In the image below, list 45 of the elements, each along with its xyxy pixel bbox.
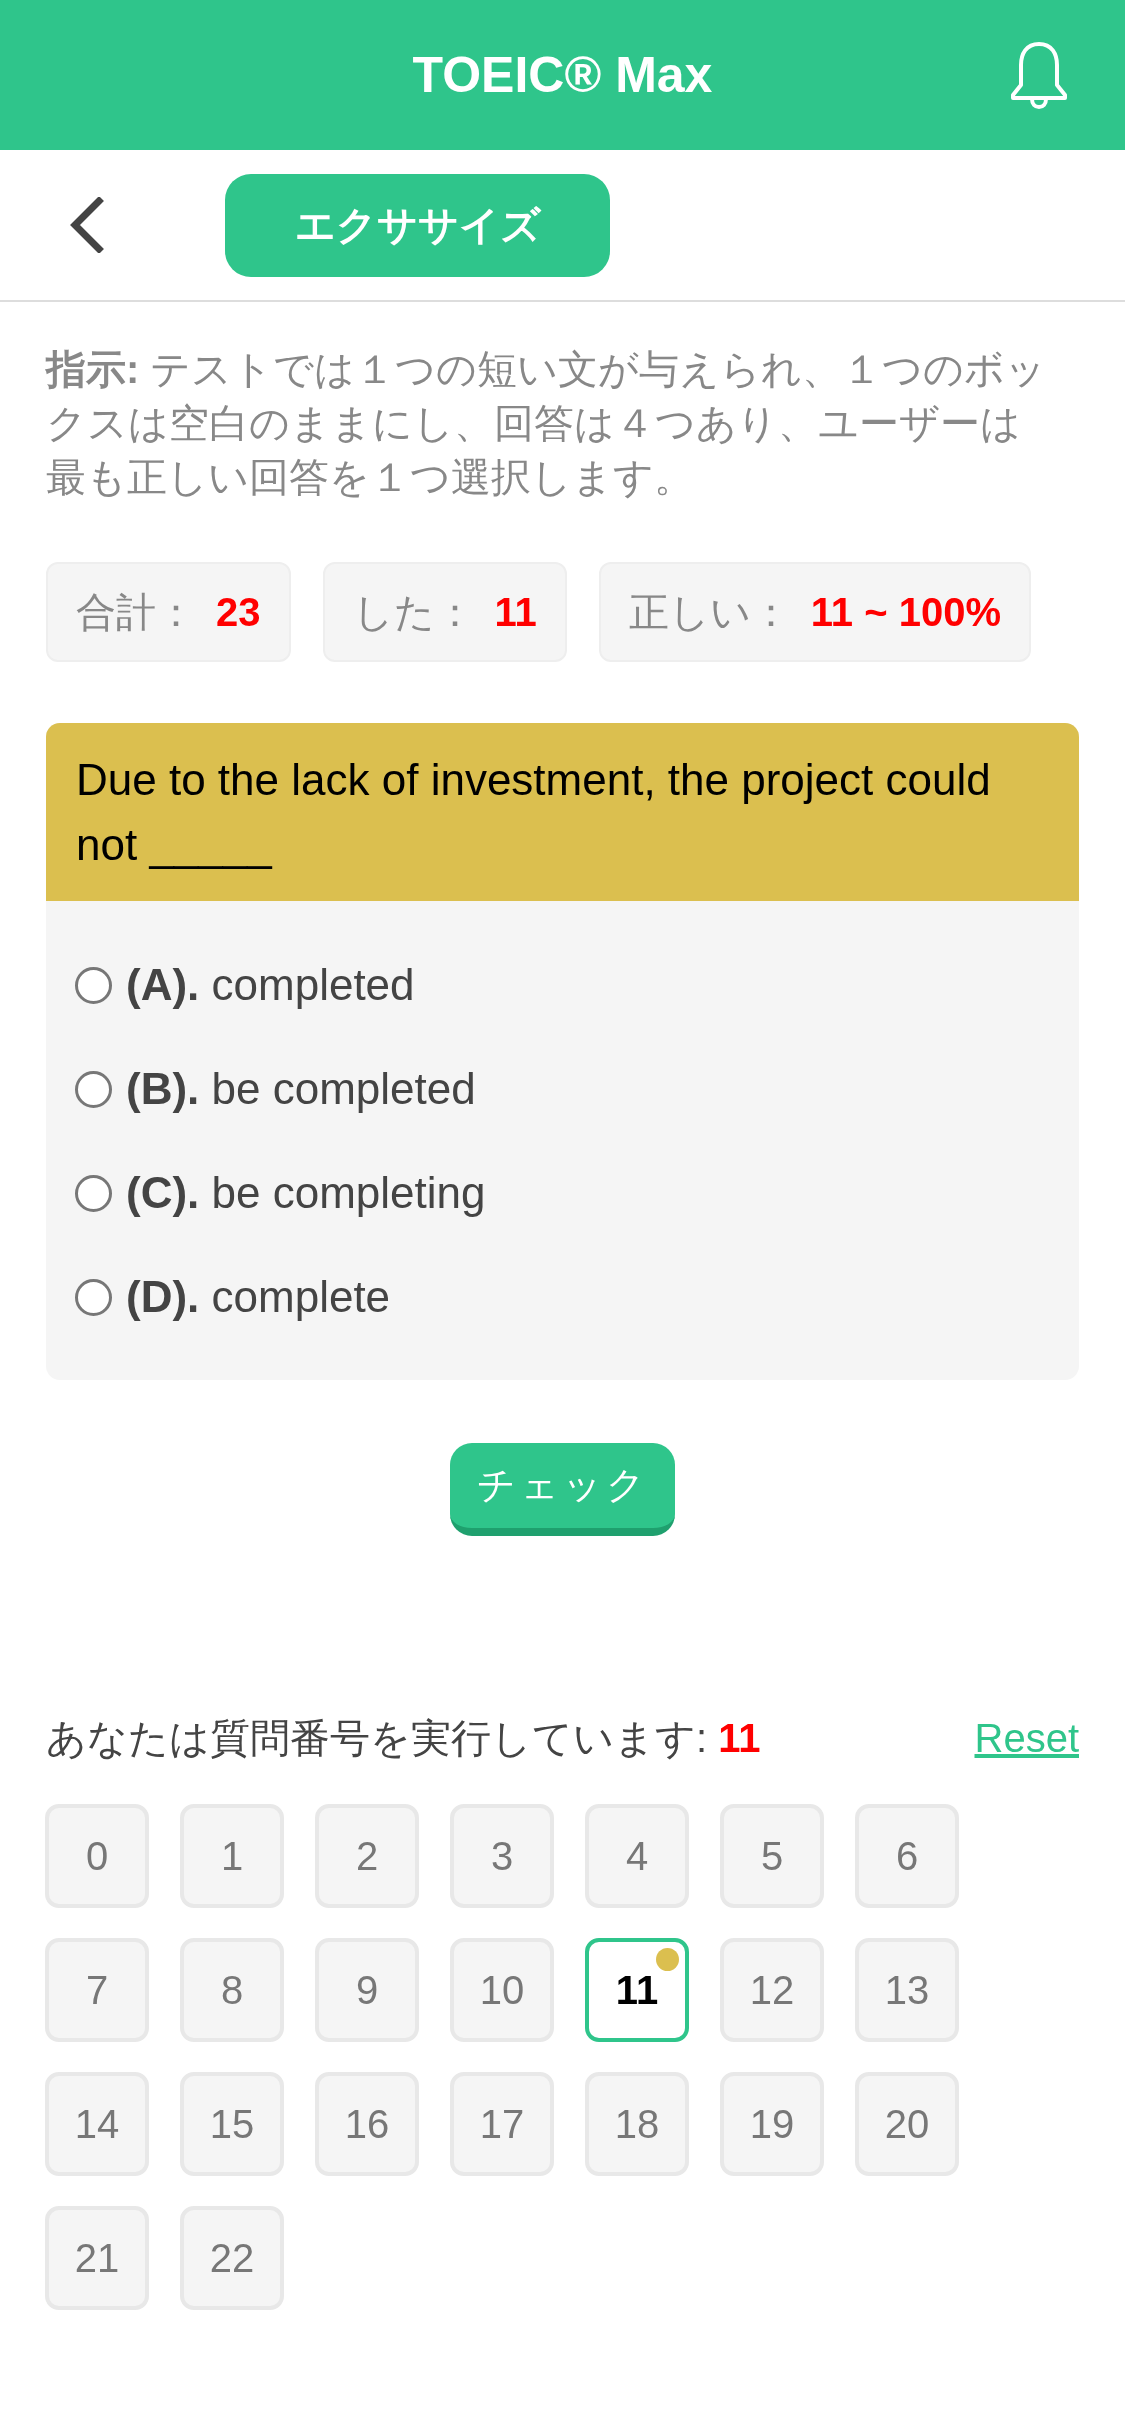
radio-button[interactable] — [75, 1174, 112, 1212]
question-number-button[interactable]: 15 — [180, 2072, 284, 2176]
reset-link[interactable]: Reset — [974, 1708, 1079, 1768]
question-number-button[interactable]: 10 — [450, 1938, 554, 2042]
stat-value: 23 — [216, 589, 261, 636]
question-number-button[interactable]: 5 — [720, 1804, 824, 1908]
question-number-button[interactable]: 7 — [45, 1938, 149, 2042]
exercise-button[interactable]: エクササイズ — [225, 173, 610, 277]
current-question-text: あなたは質問番号を実行しています: 11 — [46, 1715, 761, 1762]
radio-button[interactable] — [75, 966, 112, 1004]
question-number-button[interactable]: 8 — [180, 1938, 284, 2042]
question-number-button[interactable]: 18 — [585, 2072, 689, 2176]
stat-value: 11 ~ 100% — [810, 589, 1001, 636]
question-number-button[interactable]: 16 — [315, 2072, 419, 2176]
question-number-button[interactable]: 20 — [855, 2072, 959, 2176]
option-label: (C). be completing — [126, 1167, 486, 1219]
question-number-button[interactable]: 9 — [315, 1938, 419, 2042]
stat-label: 合計： — [76, 589, 196, 636]
question-number-button[interactable]: 2 — [315, 1804, 419, 1908]
radio-button[interactable] — [75, 1070, 112, 1108]
question-number-button[interactable]: 13 — [855, 1938, 959, 2042]
question-number-button[interactable]: 12 — [720, 1938, 824, 2042]
question-number-button[interactable]: 21 — [45, 2206, 149, 2310]
stat-label: 正しい： — [628, 589, 791, 636]
app-title: TOEIC® Max — [412, 50, 713, 100]
question-number-button[interactable]: 1 — [180, 1804, 284, 1908]
question-number-button[interactable]: 19 — [720, 2072, 824, 2176]
instructions-text: 指示: テストでは１つの短い文が与えられ、１つのボックスは空白のままにし、回答は４つあり、ユーザーは最も正しい回答を１つ選択します。 — [44, 346, 1048, 501]
question-number-button[interactable]: 4 — [585, 1804, 689, 1908]
option-label: (A). completed — [126, 959, 415, 1011]
radio-button[interactable] — [75, 1278, 112, 1316]
question-text: Due to the lack of investment, the project could not _____ — [76, 754, 992, 871]
question-number-button[interactable]: 0 — [45, 1804, 149, 1908]
question-number-button[interactable]: 6 — [855, 1804, 959, 1908]
stat-value: 11 — [494, 589, 537, 636]
option-label: (D). complete — [126, 1271, 391, 1323]
question-number-button[interactable]: 14 — [45, 2072, 149, 2176]
question-number-button[interactable]: 3 — [450, 1804, 554, 1908]
question-number-button[interactable]: 11 — [585, 1938, 689, 2042]
question-number-button[interactable]: 17 — [450, 2072, 554, 2176]
question-number-button[interactable]: 22 — [180, 2206, 284, 2310]
back-icon[interactable] — [68, 197, 104, 253]
stat-label: した： — [352, 589, 475, 636]
check-button[interactable]: チェック — [450, 1443, 675, 1536]
option-label: (B). be completed — [126, 1063, 476, 1115]
